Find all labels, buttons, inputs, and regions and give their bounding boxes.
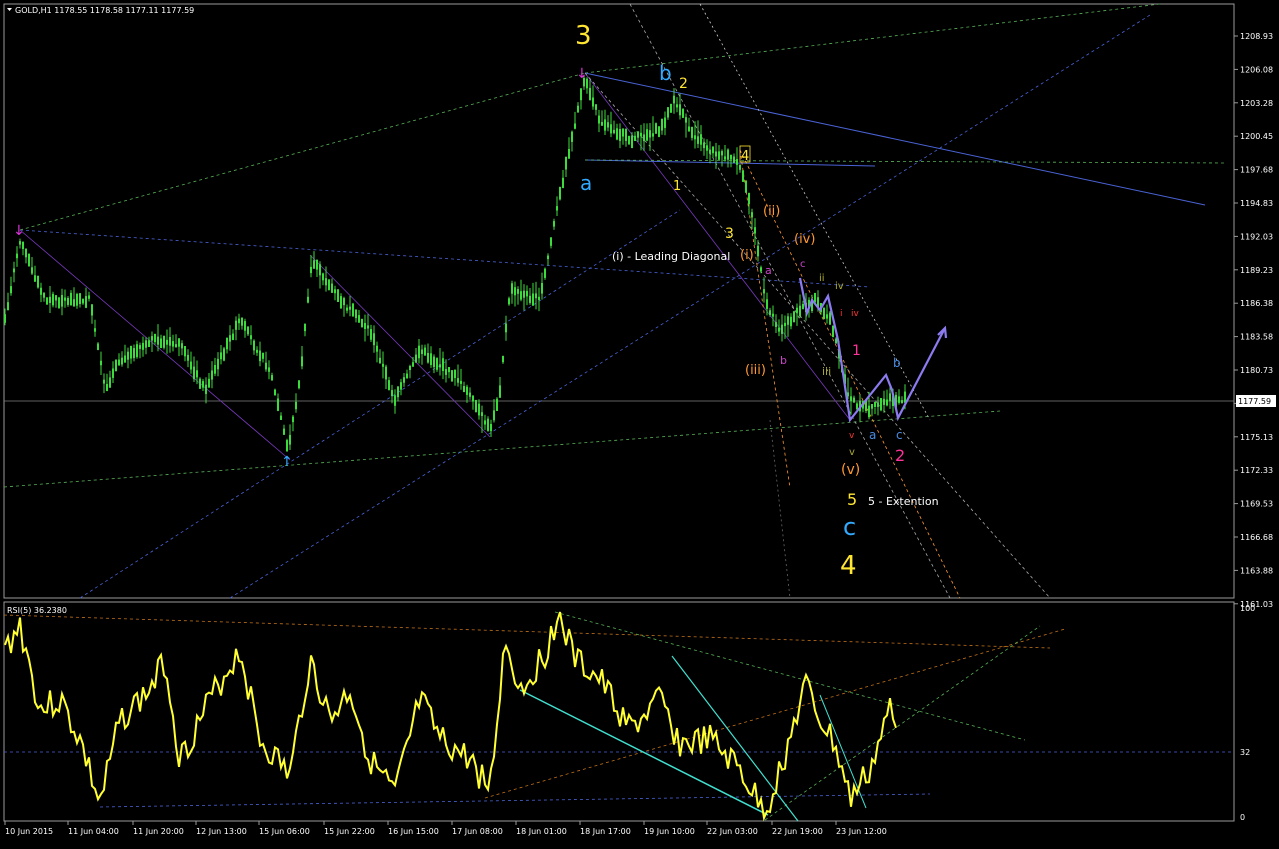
time-tick-label: 12 Jun 13:00	[196, 827, 247, 836]
wave-ii-small-label: ii	[819, 273, 825, 284]
price-tick-label: 1169.53	[1240, 500, 1273, 509]
rsi-header: RSI(5) 36.2380	[7, 606, 67, 615]
price-tick-label: 1189.23	[1240, 266, 1273, 275]
price-tick-label: 1166.68	[1240, 533, 1273, 542]
price-axis: 1208.93 1206.08 1203.28 1200.45 1197.68 1194.…	[1234, 32, 1273, 609]
wave-3-label: 3	[575, 21, 592, 51]
time-tick-label: 18 Jun 01:00	[516, 827, 567, 836]
wave-v-red-label: v	[849, 431, 855, 441]
fractal-up-icon: ↑	[281, 454, 293, 470]
wave-b-magenta-label: b	[780, 354, 787, 367]
wave-iv-small-label: iv	[835, 281, 844, 292]
time-tick-label: 10 Jun 2015	[5, 827, 53, 836]
collapse-icon[interactable]	[7, 8, 12, 11]
wave-c-magenta-label: c	[800, 259, 806, 270]
main-panel-frame	[3, 3, 1235, 599]
price-tick-label: 1183.58	[1240, 333, 1273, 342]
rsi-axis: 100 32 0	[1240, 604, 1255, 822]
current-price-label: 1177.59	[1238, 397, 1271, 406]
wave-iv-red-label: iv	[851, 309, 860, 319]
time-tick-label: 22 Jun 19:00	[772, 827, 823, 836]
wave-iii-small-label: iii	[822, 365, 831, 378]
rsi-line	[4, 611, 897, 822]
mt4-chart-window[interactable]: GOLD,H1 1178.55 1178.58 1177.11 1177.59 …	[0, 0, 1279, 845]
price-tick-label: 1200.45	[1240, 132, 1273, 141]
price-tick-label: 1192.03	[1240, 232, 1273, 241]
wave-2-label: 2	[679, 76, 688, 92]
price-tick-label: 1197.68	[1240, 166, 1273, 175]
wave-i-red-label: i	[840, 309, 843, 319]
price-tick-label: 1180.73	[1240, 366, 1273, 375]
wave-c-big-label: c	[843, 513, 856, 541]
time-tick-label: 15 Jun 22:00	[324, 827, 375, 836]
time-tick-label: 16 Jun 15:00	[388, 827, 439, 836]
leading-diagonal-note: (i) - Leading Diagonal	[612, 250, 730, 263]
rsi-tick-0: 0	[1240, 813, 1245, 822]
main-chart-header: GOLD,H1 1178.55 1178.58 1177.11 1177.59	[15, 6, 194, 15]
price-tick-label: 1203.28	[1240, 99, 1273, 108]
time-tick-label: 15 Jun 06:00	[259, 827, 310, 836]
analysis-lines	[3, 3, 1226, 599]
wave-5-label: 5	[847, 490, 857, 509]
time-tick-label: 22 Jun 03:00	[707, 827, 758, 836]
time-tick-label: 19 Jun 10:00	[644, 827, 695, 836]
time-tick-label: 17 Jun 08:00	[452, 827, 503, 836]
rsi-tick-100: 100	[1240, 604, 1255, 613]
price-tick-label: 1194.83	[1240, 199, 1273, 208]
wave-v-orange-label: (v)	[841, 462, 860, 478]
wave-b-small-label: b	[893, 356, 901, 370]
wave-a-magenta-label: a	[765, 264, 772, 277]
wave-a-small-label: a	[869, 428, 876, 442]
rsi-panel-frame	[3, 601, 1235, 822]
time-tick-label: 23 Jun 12:00	[836, 827, 887, 836]
fractal-down-icon: ↓	[576, 66, 588, 82]
wave-4-small-label: 4	[741, 149, 749, 164]
wave-1-label: 1	[673, 179, 681, 194]
time-tick-label: 11 Jun 20:00	[133, 827, 184, 836]
fractal-markers: ↓ ↓ ↑	[13, 66, 588, 470]
time-axis: 10 Jun 2015 11 Jun 04:00 11 Jun 20:00 12 Ju…	[4, 821, 887, 836]
price-tick-label: 1172.33	[1240, 466, 1273, 475]
wave-v-small-label: v	[849, 447, 855, 458]
wave-iv-label: (iv)	[794, 232, 815, 247]
time-tick-label: 11 Jun 04:00	[68, 827, 119, 836]
wave-ii-label: (ii)	[763, 204, 780, 219]
extension-note: 5 - Extention	[868, 495, 939, 508]
time-tick-label: 18 Jun 17:00	[580, 827, 631, 836]
wave-labels: 3 4 b 2 a 1 4 3 (ii) (iv) (i) (i) - Lead…	[575, 21, 939, 581]
price-tick-label: 1208.93	[1240, 32, 1273, 41]
wave-3-small-label: 3	[725, 226, 734, 242]
fractal-down-icon: ↓	[13, 223, 25, 239]
price-tick-label: 1175.13	[1240, 433, 1273, 442]
price-tick-label: 1206.08	[1240, 65, 1273, 74]
wave-c-small-label: c	[896, 428, 903, 442]
wave-4-label: 4	[840, 551, 857, 581]
wave-a-label: a	[580, 171, 592, 195]
wave-1-magenta-label: 1	[852, 343, 861, 359]
current-price-marker: 1177.59	[4, 395, 1276, 407]
wave-b-label: b	[659, 61, 672, 85]
rsi-tick-32: 32	[1240, 748, 1250, 757]
wave-2-pink-label: 2	[895, 446, 905, 465]
chart-canvas[interactable]: GOLD,H1 1178.55 1178.58 1177.11 1177.59 …	[0, 0, 1279, 845]
wave-i-label: (i)	[740, 248, 754, 263]
price-tick-label: 1186.38	[1240, 299, 1273, 308]
wave-iii-label: (iii)	[745, 363, 766, 378]
price-tick-label: 1163.88	[1240, 566, 1273, 575]
